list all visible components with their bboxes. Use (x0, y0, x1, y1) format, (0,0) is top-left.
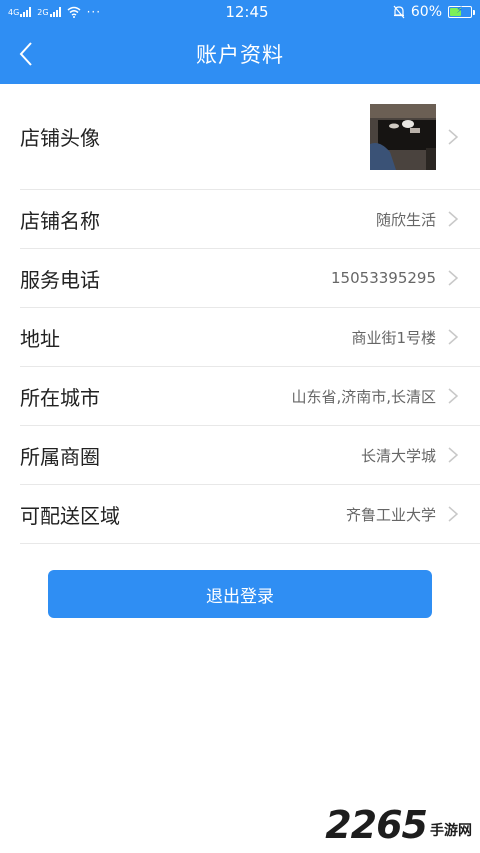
site-watermark: 2265 手游网 (325, 803, 472, 847)
row-value: 长清大学城 (360, 446, 436, 465)
status-right: 60% ⚡ (393, 4, 475, 20)
chevron-right-icon (448, 270, 459, 286)
row-value: 商业街1号楼 (351, 328, 436, 347)
charging-bolt-icon: ⚡ (456, 5, 464, 16)
wifi-icon (67, 6, 81, 18)
battery-percent: 60% (410, 4, 442, 20)
row-business-district[interactable]: 所属商圈 长清大学城 (20, 426, 480, 485)
row-label: 地址 (20, 326, 60, 351)
chevron-right-icon (448, 506, 459, 522)
row-city[interactable]: 所在城市 山东省,济南市,长清区 (20, 367, 480, 426)
logout-container: 退出登录 (0, 544, 480, 618)
row-label: 服务电话 (20, 267, 100, 292)
chevron-right-icon (448, 447, 459, 463)
status-left: 4G 2G ··· (8, 5, 101, 19)
sim1-signal-icon: 4G (8, 7, 32, 17)
row-value: 15053395295 (331, 269, 436, 287)
back-button[interactable] (10, 38, 42, 70)
sim2-label: 2G (37, 8, 49, 17)
mute-bell-icon (393, 5, 405, 19)
sim2-signal-icon: 2G (37, 7, 61, 17)
chevron-left-icon (19, 42, 32, 66)
page-title: 账户资料 (196, 43, 284, 67)
chevron-right-icon (448, 128, 459, 145)
row-label: 店铺名称 (20, 208, 100, 233)
row-label: 店铺头像 (20, 126, 100, 150)
row-label: 所属商圈 (20, 444, 100, 469)
row-store-name[interactable]: 店铺名称 随欣生活 (20, 190, 480, 249)
status-bar: 4G 2G ··· 12:45 60% ⚡ (0, 0, 480, 24)
row-delivery-area[interactable]: 可配送区域 齐鲁工业大学 (20, 485, 480, 544)
row-address[interactable]: 地址 商业街1号楼 (20, 308, 480, 367)
row-label: 所在城市 (20, 385, 100, 410)
row-value: 随欣生活 (375, 210, 436, 229)
chevron-right-icon (448, 211, 459, 227)
logout-button[interactable]: 退出登录 (48, 570, 432, 618)
battery-icon: ⚡ (448, 5, 475, 18)
watermark-text: 手游网 (430, 823, 472, 839)
chevron-right-icon (448, 388, 459, 404)
row-service-phone[interactable]: 服务电话 15053395295 (20, 249, 480, 308)
more-notifications-icon: ··· (86, 5, 102, 19)
row-value: 山东省,济南市,长清区 (291, 387, 436, 406)
row-store-avatar[interactable]: 店铺头像 (20, 84, 480, 190)
sim1-label: 4G (8, 8, 20, 17)
store-avatar-image (370, 103, 436, 170)
watermark-number: 2265 (325, 803, 428, 847)
chevron-right-icon (448, 329, 459, 345)
row-label: 可配送区域 (20, 503, 120, 528)
row-value: 齐鲁工业大学 (345, 505, 436, 524)
status-time: 12:45 (225, 3, 269, 21)
nav-bar: 账户资料 (0, 24, 480, 84)
